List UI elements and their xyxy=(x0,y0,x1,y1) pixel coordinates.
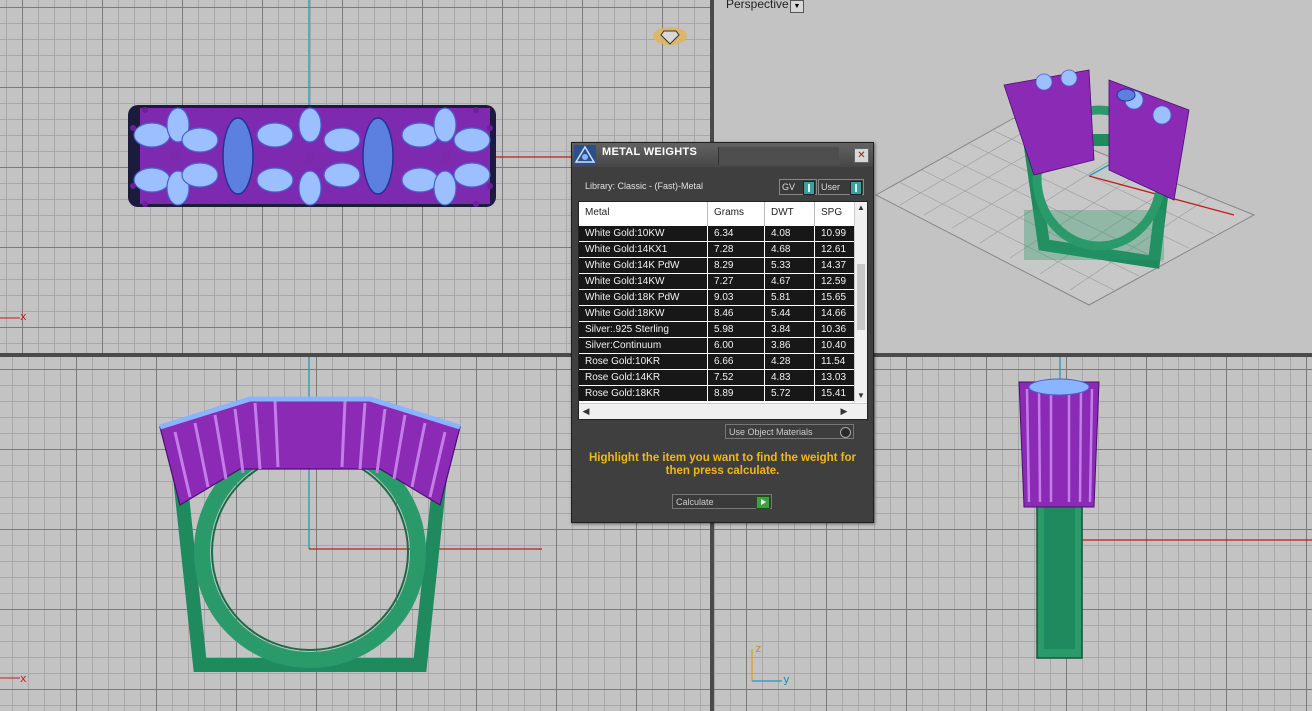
cell-grams: 5.98 xyxy=(708,322,765,337)
cell-grams: 8.89 xyxy=(708,386,765,401)
cell-grams: 6.66 xyxy=(708,354,765,369)
column-header-spg[interactable]: SPG xyxy=(815,202,855,226)
cell-dwt: 5.81 xyxy=(765,290,815,305)
radio-icon[interactable] xyxy=(840,427,851,438)
top-axis-x-label: x xyxy=(20,310,27,323)
cell-dwt: 4.28 xyxy=(765,354,815,369)
cell-spg: 15.65 xyxy=(821,292,847,303)
app-logo-icon xyxy=(574,145,596,165)
use-object-materials-option[interactable]: Use Object Materials xyxy=(725,424,854,439)
title-bar-spacer xyxy=(718,147,839,165)
cell-grams: 9.03 xyxy=(708,290,765,305)
gv-toggle-label: GV xyxy=(782,182,796,192)
cell-metal: Silver:Continuum xyxy=(579,338,708,353)
dialog-title-bar[interactable]: METAL WEIGHTS ✕ xyxy=(572,143,873,167)
table-row[interactable]: White Gold:18KW 8.46 5.44 14.66 xyxy=(579,306,855,322)
cell-dwt: 5.72 xyxy=(765,386,815,401)
cell-spg: 10.36 xyxy=(821,324,847,335)
scroll-up-icon[interactable]: ▲ xyxy=(855,202,867,214)
cell-metal: White Gold:14KX1 xyxy=(579,242,708,257)
table-row[interactable]: Rose Gold:18KR 8.89 5.72 15.41 xyxy=(579,386,855,402)
cell-spg: 12.59 xyxy=(821,276,847,287)
scroll-left-icon[interactable]: ◀ xyxy=(579,404,593,419)
table-horizontal-scrollbar[interactable]: ◀ ▶ xyxy=(579,403,867,419)
toggle-knob-icon xyxy=(803,181,815,195)
table-row[interactable]: White Gold:14K PdW 8.29 5.33 14.37 xyxy=(579,258,855,274)
cell-grams: 6.00 xyxy=(708,338,765,353)
table-row[interactable]: White Gold:14KW 7.27 4.67 12.59 xyxy=(579,274,855,290)
metal-weights-table[interactable]: Metal Grams DWT SPG White Gold:10KW 6.34 4… xyxy=(578,201,868,420)
cell-grams: 8.29 xyxy=(708,258,765,273)
cell-dwt: 4.68 xyxy=(765,242,815,257)
cell-grams: 6.34 xyxy=(708,226,765,241)
use-object-materials-label: Use Object Materials xyxy=(729,427,813,437)
left-axis-z-label: z xyxy=(755,642,762,655)
cell-spg: 11.54 xyxy=(821,356,846,367)
cell-spg: 10.99 xyxy=(821,228,847,239)
cell-grams: 7.27 xyxy=(708,274,765,289)
cell-spg: 15.41 xyxy=(821,388,847,399)
calculate-label: Calculate xyxy=(676,497,714,507)
cell-metal: White Gold:10KW xyxy=(579,226,708,241)
cell-grams: 7.52 xyxy=(708,370,765,385)
cell-spg: 12.61 xyxy=(821,244,847,255)
table-row[interactable]: Silver:.925 Sterling 5.98 3.84 10.36 xyxy=(579,322,855,338)
user-toggle-label: User xyxy=(821,182,841,192)
table-row[interactable]: White Gold:18K PdW 9.03 5.81 15.65 xyxy=(579,290,855,306)
cell-metal: Rose Gold:18KR xyxy=(579,386,708,401)
cell-spg: 13.03 xyxy=(821,372,847,383)
play-icon xyxy=(756,496,770,509)
table-row[interactable]: Rose Gold:10KR 6.66 4.28 11.54 xyxy=(579,354,855,370)
scrollbar-thumb[interactable] xyxy=(857,264,865,330)
cell-dwt: 5.44 xyxy=(765,306,815,321)
cell-dwt: 5.33 xyxy=(765,258,815,273)
column-header-metal[interactable]: Metal xyxy=(579,202,708,226)
cell-metal: Rose Gold:14KR xyxy=(579,370,708,385)
cell-metal: White Gold:18K PdW xyxy=(579,290,708,305)
table-row[interactable]: White Gold:10KW 6.34 4.08 10.99 xyxy=(579,226,855,242)
cell-grams: 8.46 xyxy=(708,306,765,321)
scroll-right-icon[interactable]: ▶ xyxy=(837,404,851,419)
column-header-dwt[interactable]: DWT xyxy=(765,202,815,226)
cell-spg: 14.66 xyxy=(821,308,847,319)
instructions-text: Highlight the item you want to find the … xyxy=(588,452,857,477)
table-header: Metal Grams DWT SPG xyxy=(579,202,855,226)
cell-metal: Silver:.925 Sterling xyxy=(579,322,708,337)
cell-dwt: 3.84 xyxy=(765,322,815,337)
front-axis-x-label: x xyxy=(20,672,27,685)
cell-spg: 14.37 xyxy=(821,260,847,271)
cell-spg: 10.40 xyxy=(821,340,847,351)
dialog-title: METAL WEIGHTS xyxy=(602,146,698,158)
table-row[interactable]: Rose Gold:14KR 7.52 4.83 13.03 xyxy=(579,370,855,386)
cell-dwt: 4.67 xyxy=(765,274,815,289)
metal-weights-dialog: METAL WEIGHTS ✕ Library: Classic - (Fast… xyxy=(571,142,874,523)
column-header-grams[interactable]: Grams xyxy=(708,202,765,226)
user-toggle[interactable]: User xyxy=(818,179,864,195)
library-label: Library: Classic - (Fast)-Metal xyxy=(585,181,704,191)
table-row[interactable]: White Gold:14KX1 7.28 4.68 12.61 xyxy=(579,242,855,258)
cell-metal: Rose Gold:10KR xyxy=(579,354,708,369)
calculate-button[interactable]: Calculate xyxy=(672,494,772,509)
cell-metal: White Gold:14K PdW xyxy=(579,258,708,273)
gv-toggle[interactable]: GV xyxy=(779,179,817,195)
left-axis-y-label: y xyxy=(783,673,790,686)
cell-dwt: 4.83 xyxy=(765,370,815,385)
viewport-menu-chevron-down-icon[interactable]: ▼ xyxy=(790,0,804,13)
table-row[interactable]: Silver:Continuum 6.00 3.86 10.40 xyxy=(579,338,855,354)
table-body: White Gold:10KW 6.34 4.08 10.99 White Gold:1… xyxy=(579,226,855,402)
scroll-down-icon[interactable]: ▼ xyxy=(855,390,867,402)
cell-metal: White Gold:14KW xyxy=(579,274,708,289)
cell-metal: White Gold:18KW xyxy=(579,306,708,321)
cell-dwt: 3.86 xyxy=(765,338,815,353)
close-icon[interactable]: ✕ xyxy=(854,148,869,163)
cell-dwt: 4.08 xyxy=(765,226,815,241)
table-vertical-scrollbar[interactable]: ▲ ▼ xyxy=(854,202,867,402)
toggle-knob-icon xyxy=(850,181,862,195)
cell-grams: 7.28 xyxy=(708,242,765,257)
